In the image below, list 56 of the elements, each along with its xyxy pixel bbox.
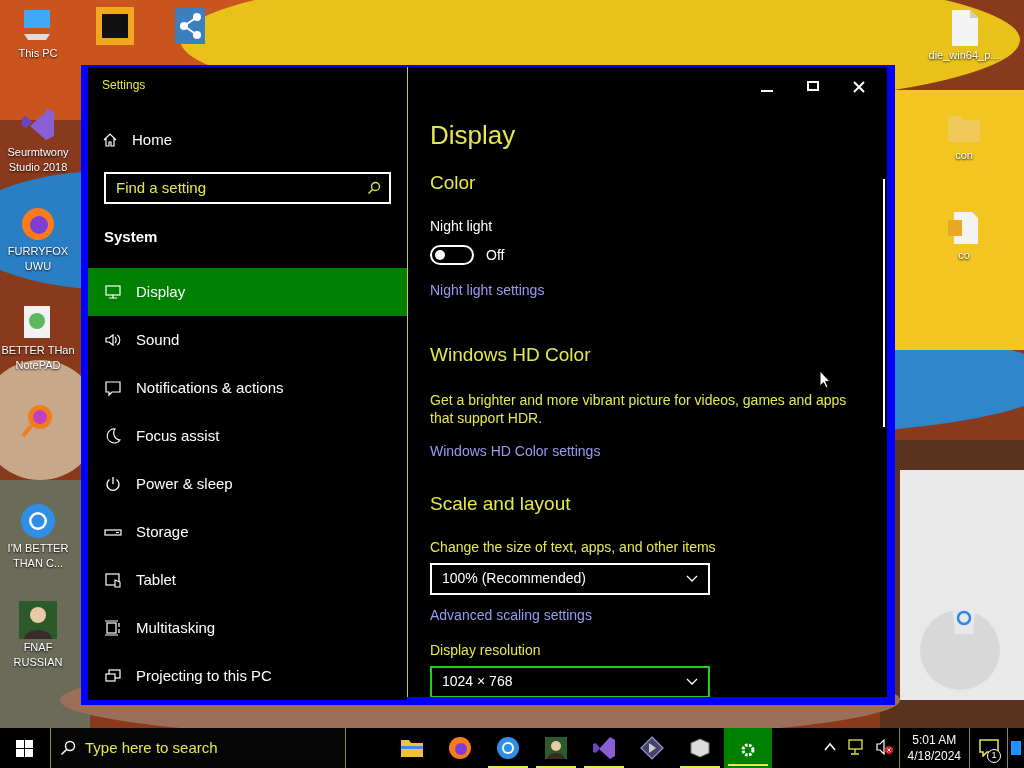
speaker-muted-icon[interactable] [875,739,894,755]
desktop-icon-label[interactable]: Seurmtwony Studio 2018 [0,145,76,175]
desktop-icon-label[interactable]: BETTER THan NotePAD [0,343,76,373]
section-heading: Windows HD Color [430,342,591,367]
clock-time[interactable]: 5:01 AM [912,732,957,748]
windows-start-icon[interactable] [16,740,33,757]
multitasking-icon [104,619,122,637]
setting-label: Night light [430,216,493,236]
settings-link[interactable]: Windows HD Color settings [430,441,601,462]
firefox-icon [446,734,474,762]
monitor-icon [104,283,122,301]
toggle-switch[interactable] [430,245,474,265]
projector-icon [104,667,122,685]
search-icon [367,180,381,195]
avatar-icon [542,734,570,762]
settings-link[interactable]: Night light settings [430,279,545,301]
chevron-down-icon [686,574,698,583]
section-heading: Color [430,171,476,195]
nav-item[interactable]: Display [88,268,407,316]
circle-icon[interactable] [18,501,58,541]
power-icon [104,475,122,493]
mouse-pointer-icon [819,370,831,389]
dropdown[interactable]: 100% (Recommended) [430,562,710,595]
setting-label: Display resolution [430,640,541,660]
chevron-down-icon [686,677,698,686]
setting-label: Change the size of text, apps, and other items [430,537,716,557]
desktop-icon-label[interactable]: I'M BETTER THAN C... [0,541,76,571]
visual-studio-icon [590,734,618,762]
page-title: Display [430,119,516,151]
avatar-icon[interactable] [18,600,58,640]
window-title: Settings [102,77,146,94]
message-icon [978,739,999,757]
diamond-icon [638,734,666,762]
home-icon [102,132,118,149]
search-field[interactable]: Find a setting [104,171,391,204]
settings-link[interactable]: Advanced scaling settings [430,604,592,626]
tablet-icon [104,571,122,589]
desktop-icon-label[interactable]: FURRYFOX UWU [0,244,76,274]
notification-count: 1 [987,749,1001,763]
desktop-icon-label[interactable]: This PC [18,46,58,61]
action-center-button[interactable]: 1 [970,728,1008,768]
dropdown[interactable]: 1024 × 768 [430,665,710,697]
home-link[interactable]: Home [102,129,172,152]
circle-icon [494,734,522,762]
description-text: Get a brighter and more vibrant picture for videos, games and apps that support HDR. [430,391,848,427]
section-heading: Scale and layout [430,492,571,516]
scrollbar[interactable] [883,179,885,427]
message-icon [104,379,122,397]
moon-icon [104,427,122,445]
clock-date[interactable]: 4/18/2024 [907,748,961,764]
desktop-icon-label[interactable]: FNAF RUSSIAN [0,640,76,670]
speaker-icon [104,331,122,349]
search-icon [60,740,76,756]
section-heading: System [104,226,158,247]
network-icon[interactable] [847,738,866,756]
toggle-state-label: Off [486,245,505,265]
